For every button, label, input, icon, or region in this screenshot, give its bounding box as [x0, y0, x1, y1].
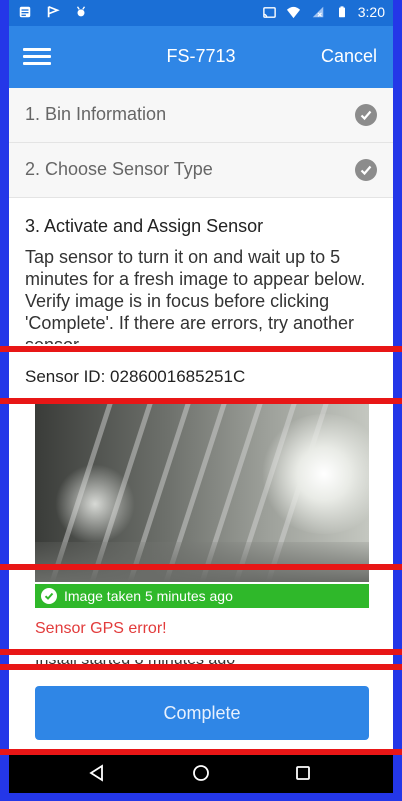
status-time: 3:20 — [357, 4, 385, 20]
annotation-line — [0, 398, 402, 404]
check-circle-icon — [355, 104, 377, 126]
annotation-line — [0, 749, 402, 755]
battery-icon — [334, 4, 350, 20]
image-status-text: Image taken 5 minutes ago — [64, 588, 233, 604]
back-icon[interactable] — [85, 762, 109, 784]
sensor-id-label: Sensor ID: 0286001685251C — [25, 367, 246, 386]
signal-icon — [310, 4, 326, 20]
flag-icon — [45, 4, 61, 20]
sensor-id-row: Sensor ID: 0286001685251C — [9, 355, 393, 399]
complete-button[interactable]: Complete — [35, 686, 369, 740]
annotation-line — [0, 649, 402, 655]
sensor-camera-image — [35, 404, 369, 582]
home-icon[interactable] — [189, 762, 213, 784]
step-label: 1. Bin Information — [25, 104, 167, 124]
cancel-button[interactable]: Cancel — [321, 46, 377, 67]
android-nav-bar — [9, 752, 393, 793]
notes-icon — [17, 4, 33, 20]
wifi-icon — [286, 4, 302, 20]
app-bar: FS-7713 Cancel — [9, 26, 393, 88]
status-bar: 3:20 — [9, 0, 393, 26]
step-label: 2. Choose Sensor Type — [25, 159, 213, 179]
gps-error-message: Sensor GPS error! — [35, 620, 167, 637]
active-step-description: Tap sensor to turn it on and wait up to … — [25, 247, 366, 344]
annotation-line — [0, 664, 402, 670]
device-screen: 3:20 FS-7713 Cancel 1. Bin Information 2… — [9, 0, 393, 793]
annotation-line — [0, 564, 402, 570]
step-choose-sensor-type[interactable]: 2. Choose Sensor Type — [9, 143, 393, 198]
cast-icon — [262, 4, 278, 20]
check-circle-icon — [41, 588, 57, 604]
check-circle-icon — [355, 159, 377, 181]
bug-icon — [73, 4, 89, 20]
active-step-title: 3. Activate and Assign Sensor — [25, 216, 264, 236]
annotation-line — [0, 346, 402, 352]
recents-icon[interactable] — [291, 762, 315, 784]
step-bin-information[interactable]: 1. Bin Information — [9, 88, 393, 143]
image-status-banner: Image taken 5 minutes ago — [35, 584, 369, 608]
